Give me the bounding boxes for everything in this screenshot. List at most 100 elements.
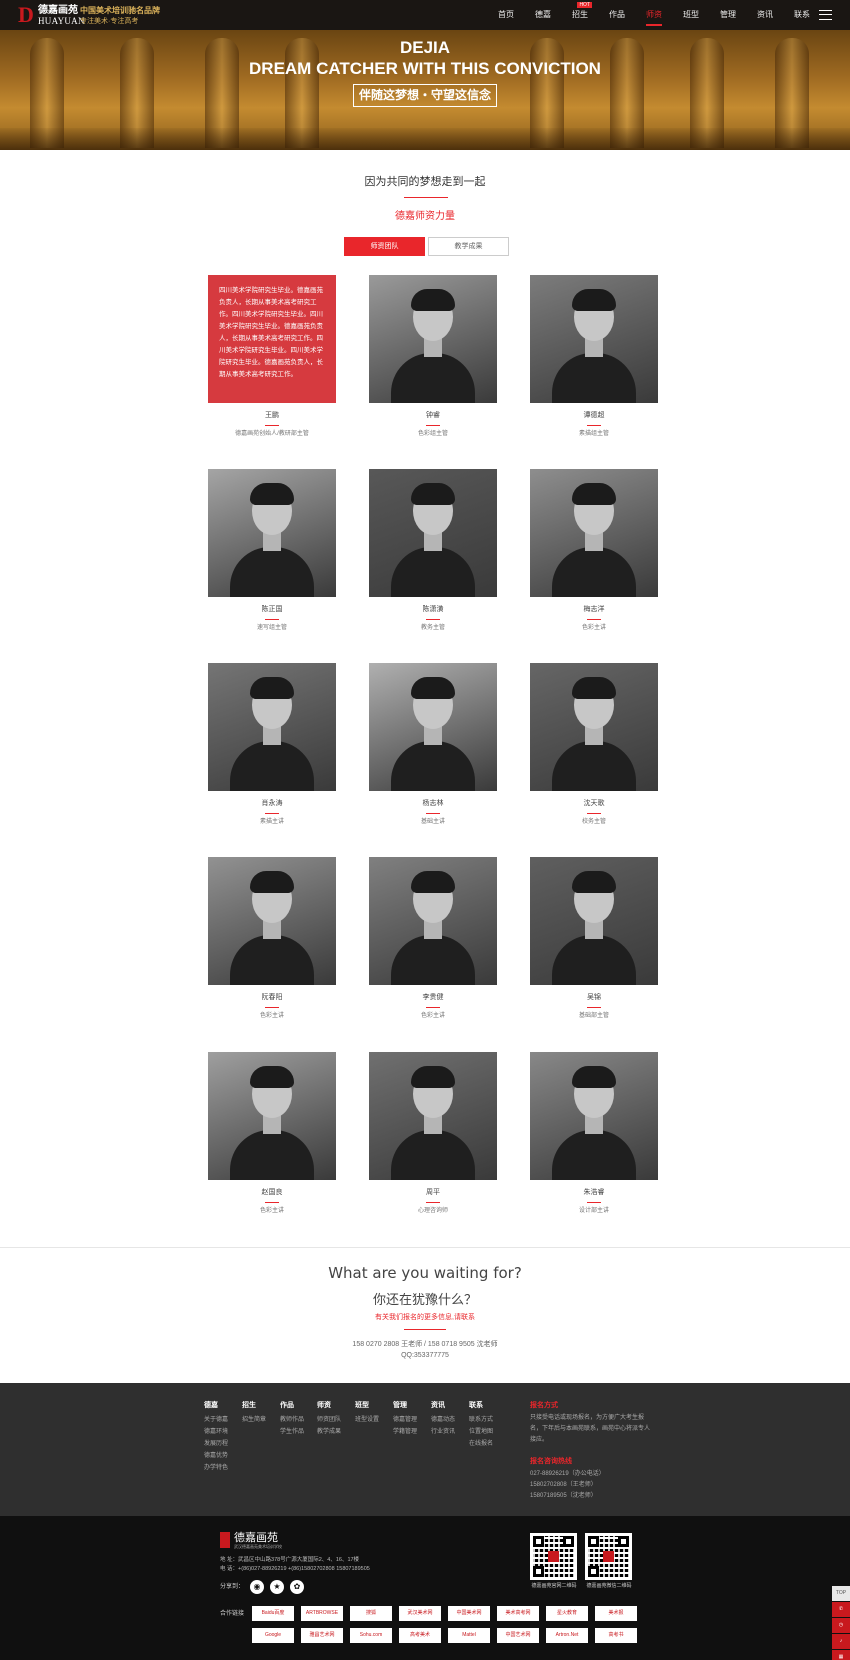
teacher-card[interactable]: 李贵健 色彩主讲 <box>369 857 497 1019</box>
teacher-role: 基础部主管 <box>578 1013 609 1019</box>
partner-logo[interactable]: ARTBROWSE <box>301 1606 343 1621</box>
star-icon[interactable]: ★ <box>270 1580 284 1594</box>
footer-link[interactable]: 学生作品 <box>280 1426 304 1438</box>
partner-logo[interactable]: 高考书 <box>595 1628 637 1643</box>
footer-link[interactable]: 在线报名 <box>469 1438 493 1450</box>
nav-dejia[interactable]: 德嘉 <box>535 0 551 30</box>
phone-icon[interactable]: ✆ <box>832 1602 850 1617</box>
teacher-card[interactable]: 阮春阳 色彩主讲 <box>208 857 336 1019</box>
teacher-card[interactable]: 周平 心理咨询师 <box>369 1052 497 1214</box>
back-to-top-button[interactable]: TOP <box>832 1586 850 1601</box>
footer-column-heading[interactable]: 资讯 <box>431 1400 455 1411</box>
clock-icon[interactable]: ◷ <box>832 1618 850 1633</box>
nav-contact[interactable]: 联系 <box>794 0 810 30</box>
teacher-card[interactable]: 朱浩睿 设计部主讲 <box>530 1052 658 1214</box>
qr-icon[interactable]: ▦ <box>832 1650 850 1660</box>
partner-logo[interactable]: 中国美术网 <box>448 1606 490 1621</box>
nav-label: 师资 <box>646 10 662 19</box>
footer-link[interactable]: 德嘉管理 <box>393 1414 417 1426</box>
partner-logo[interactable]: 搜狐 <box>350 1606 392 1621</box>
teacher-card[interactable]: 陈正国 速写组主管 <box>208 469 336 631</box>
partner-logo[interactable]: 美术高考网 <box>497 1606 539 1621</box>
tab-teaching-results[interactable]: 教学成果 <box>428 237 509 256</box>
nav-classes[interactable]: 班型 <box>683 0 699 30</box>
signup-text: 只接受电话或现场报名，为方便广大考生报名，下年后与本画苑联系，画苑中心将派专人接… <box>530 1415 651 1443</box>
nav-admissions[interactable]: 招生 HOT <box>572 0 592 30</box>
teacher-card[interactable]: 钟睿 色彩组主管 <box>369 275 497 437</box>
footer-link[interactable]: 德嘉动态 <box>431 1414 455 1426</box>
footer-logo-name: 德嘉画苑 <box>234 1532 278 1544</box>
footer-link[interactable]: 班型设置 <box>355 1414 379 1426</box>
footer-link[interactable]: 关于德嘉 <box>204 1414 228 1426</box>
tab-teacher-team[interactable]: 师资团队 <box>344 237 425 256</box>
footer-link[interactable]: 德嘉环境 <box>204 1426 228 1438</box>
hotline-office: 027-88926219（办公电话） <box>530 1471 605 1477</box>
teacher-card[interactable]: 四川美术学院研究生毕业。德嘉画苑负责人，长期从事美术高考研究工作。四川美术学院研… <box>208 275 336 437</box>
hamburger-menu-icon[interactable] <box>819 10 832 20</box>
footer-link[interactable]: 行业资讯 <box>431 1426 455 1438</box>
footer-contact: 报名方式 只接受电话或现场报名，为方便广大考生报名，下年后与本画苑联系，画苑中心… <box>530 1400 650 1502</box>
teacher-divider <box>587 1007 601 1008</box>
footer-link[interactable]: 德嘉优势 <box>204 1450 228 1462</box>
footer-column: 师资师资团队 教学成果 <box>317 1400 341 1438</box>
footer-link[interactable]: 学籍管理 <box>393 1426 417 1438</box>
hotline-wang: 15802702808（王老师） <box>530 1482 597 1488</box>
main-nav: 首页 德嘉 招生 HOT 作品 师资 班型 管理 资讯 联系 <box>477 0 810 30</box>
partner-logo[interactable]: 美术报 <box>595 1606 637 1621</box>
footer-column-heading[interactable]: 班型 <box>355 1400 379 1411</box>
partner-logo[interactable]: Sohu.com <box>350 1628 392 1643</box>
partner-logo[interactable]: 星火教育 <box>546 1606 588 1621</box>
bell-icon[interactable]: ♪ <box>832 1634 850 1649</box>
footer-link[interactable]: 师资团队 <box>317 1414 341 1426</box>
nav-teachers[interactable]: 师资 <box>646 0 662 30</box>
partner-logo[interactable]: Mattel <box>448 1628 490 1643</box>
footer-column-heading[interactable]: 德嘉 <box>204 1400 228 1411</box>
teacher-role: 素描主讲 <box>259 819 284 825</box>
cta-divider <box>404 1329 446 1330</box>
partner-logo[interactable]: Artron.Net <box>546 1628 588 1643</box>
footer-link[interactable]: 发展历程 <box>204 1438 228 1450</box>
footer-link[interactable]: 位置地图 <box>469 1426 493 1438</box>
teacher-photo <box>208 1052 336 1180</box>
teacher-divider <box>587 425 601 426</box>
share-label: 分享到： <box>220 1584 245 1590</box>
nav-management[interactable]: 管理 <box>720 0 736 30</box>
footer-column-heading[interactable]: 管理 <box>393 1400 417 1411</box>
partner-logo[interactable]: 雅昌艺术网 <box>301 1628 343 1643</box>
footer-link[interactable]: 招生简章 <box>242 1414 266 1426</box>
teacher-role: 教务主管 <box>420 625 445 631</box>
footer-link[interactable]: 联系方式 <box>469 1414 493 1426</box>
nav-news[interactable]: 资讯 <box>757 0 773 30</box>
teacher-card[interactable]: 肖永涛 素描主讲 <box>208 663 336 825</box>
footer-logo-sub: 武汉德嘉画苑美术培训学校 <box>234 1544 282 1549</box>
partner-logo[interactable]: 高考美术 <box>399 1628 441 1643</box>
teacher-card[interactable]: 陈潇潢 教务主管 <box>369 469 497 631</box>
nav-home[interactable]: 首页 <box>498 0 514 30</box>
teacher-card[interactable]: 吴锦 基础部主管 <box>530 857 658 1019</box>
wechat-icon[interactable]: ✿ <box>290 1580 304 1594</box>
partner-logo[interactable]: Baidu百度 <box>252 1606 294 1621</box>
banner-tagline: DREAM CATCHER WITH THIS CONVICTION <box>249 59 601 78</box>
teacher-card[interactable]: 梅志洋 色彩主讲 <box>530 469 658 631</box>
footer-column-heading[interactable]: 招生 <box>242 1400 266 1411</box>
nav-label: 班型 <box>683 10 699 19</box>
footer-column-heading[interactable]: 师资 <box>317 1400 341 1411</box>
teacher-card[interactable]: 谭德超 素描组主管 <box>530 275 658 437</box>
partner-logo[interactable]: 中国艺术网 <box>497 1628 539 1643</box>
footer-link[interactable]: 教师作品 <box>280 1414 304 1426</box>
footer-column-heading[interactable]: 作品 <box>280 1400 304 1411</box>
partner-logo[interactable]: Google <box>252 1628 294 1643</box>
qr-code-website <box>530 1533 577 1580</box>
footer-link[interactable]: 办学特色 <box>204 1462 228 1474</box>
site-logo[interactable]: D 德嘉画苑 HUAYUAN 中国美术培训驰名品牌 专注美术·专注高考 <box>18 4 178 28</box>
teacher-name: 肖永涛 <box>261 800 283 807</box>
teacher-card[interactable]: 沈天歌 校务主管 <box>530 663 658 825</box>
teacher-card[interactable]: 杨志林 基础主讲 <box>369 663 497 825</box>
footer-column-heading[interactable]: 联系 <box>469 1400 493 1411</box>
footer-link[interactable]: 教学成果 <box>317 1426 341 1438</box>
weibo-icon[interactable]: ◉ <box>250 1580 264 1594</box>
partner-logo[interactable]: 武汉美术网 <box>399 1606 441 1621</box>
nav-works[interactable]: 作品 <box>609 0 625 30</box>
teacher-card[interactable]: 赵国良 色彩主讲 <box>208 1052 336 1214</box>
teacher-name: 梅志洋 <box>583 606 605 613</box>
